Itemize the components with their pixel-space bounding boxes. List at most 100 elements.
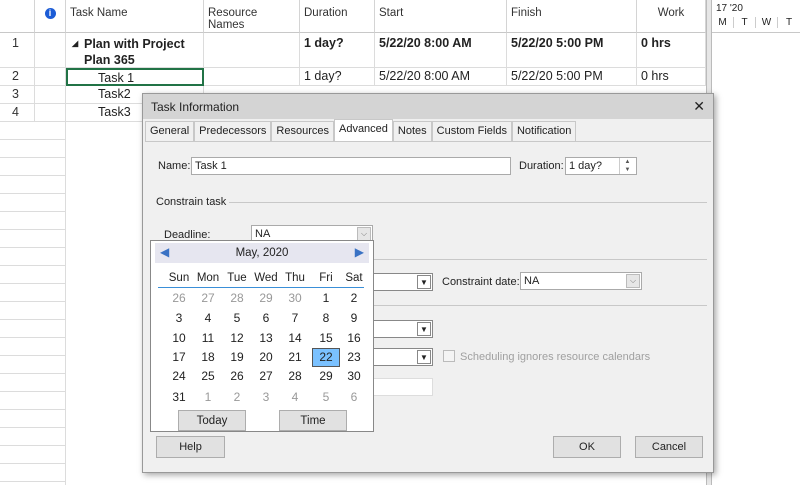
collapse-triangle-icon[interactable]: ◢ [72,36,78,52]
calendar-day[interactable]: 25 [194,369,222,383]
calendar-day[interactable]: 27 [194,291,222,305]
calendar-day[interactable]: 21 [281,350,309,364]
start-cell[interactable]: 5/22/20 8:00 AM [375,33,507,68]
calendar-day[interactable]: 20 [252,350,280,364]
calendar-day[interactable]: 30 [281,291,309,305]
name-input[interactable]: Task 1 [191,157,511,175]
calendar-day[interactable]: 1 [194,390,222,404]
close-icon[interactable]: ✕ [693,98,705,115]
calendar-day[interactable]: 5 [312,390,340,404]
calendar-day[interactable]: 5 [223,311,251,325]
tab-custom-fields[interactable]: Custom Fields [431,121,512,141]
timescale-week: 17 '20 [716,3,743,14]
dropdown-arrow-icon[interactable]: ▼ [417,350,431,364]
column-header-work[interactable]: Work [637,0,706,33]
row-header-corner [0,0,35,33]
name-label: Name: [158,160,191,172]
duration-cell[interactable]: 1 day? [300,68,375,86]
task-name: Plan with Project Plan 365 [84,37,185,67]
calendar-day[interactable]: 23 [340,350,368,364]
row-number: 1 [0,33,35,68]
calendar-day[interactable]: 30 [340,369,368,383]
calendar-day[interactable]: 28 [223,291,251,305]
calendar-day[interactable]: 19 [223,350,251,364]
calendar-day[interactable]: 27 [252,369,280,383]
work-cell[interactable]: 0 hrs [637,33,706,68]
calendar-day[interactable]: 2 [340,291,368,305]
calendar-day[interactable]: 15 [312,331,340,345]
tab-bar: General Predecessors Resources Advanced … [145,119,577,141]
calendar-day[interactable]: 24 [165,369,193,383]
chevron-down-icon[interactable]: ⌵ [626,274,640,288]
table-row[interactable]: 1 ◢ Plan with Project Plan 365 1 day? 5/2… [0,33,706,68]
table-row[interactable]: 2 Task 1 1 day? 5/22/20 8:00 AM 5/22/20 … [0,68,706,86]
row-number: 4 [0,104,35,122]
timescale-day: T [785,17,793,28]
calendar-day[interactable]: 1 [312,291,340,305]
calendar-day[interactable]: 6 [252,311,280,325]
calendar-day[interactable]: 4 [194,311,222,325]
resource-cell[interactable] [204,33,300,68]
calendar-day[interactable]: 6 [340,390,368,404]
info-icon: i [44,8,56,19]
calendar-day[interactable]: 10 [165,331,193,345]
work-cell[interactable]: 0 hrs [637,68,706,86]
tab-notes[interactable]: Notes [392,121,432,141]
column-header-task-name[interactable]: Task Name [66,0,204,33]
constraint-date-combo[interactable]: NA ⌵ [520,272,642,290]
dropdown-arrow-icon[interactable]: ▼ [417,322,431,336]
tab-general[interactable]: General [145,121,195,141]
time-button[interactable]: Time [279,410,347,431]
calendar-day[interactable]: 2 [223,390,251,404]
column-header-duration[interactable]: Duration [300,0,375,33]
calendar-day[interactable]: 3 [165,311,193,325]
task-name-cell-selected[interactable]: Task 1 [66,68,204,86]
finish-cell[interactable]: 5/22/20 5:00 PM [507,68,637,86]
indicators-column-header[interactable]: i [35,0,66,33]
column-header-resource-names[interactable]: Resource Names [204,0,300,33]
calendar-day[interactable]: 11 [194,331,222,345]
tab-notification[interactable]: Notification [511,121,577,141]
today-button[interactable]: Today [178,410,246,431]
constraint-date-label: Constraint date: [442,276,520,288]
calendar-day[interactable]: 14 [281,331,309,345]
column-header-finish[interactable]: Finish [507,0,637,33]
dropdown-arrow-icon[interactable]: ▼ [417,275,431,289]
task-name-cell[interactable]: ◢ Plan with Project Plan 365 [66,33,204,68]
ok-button[interactable]: OK [553,436,621,458]
chevron-down-icon[interactable]: ⌵ [357,227,371,241]
row-number: 3 [0,86,35,104]
deadline-value: NA [255,228,271,240]
calendar-day[interactable]: 4 [281,390,309,404]
column-header-start[interactable]: Start [375,0,507,33]
duration-spinner[interactable]: 1 day? ▲ ▼ [565,157,637,175]
calendar-day[interactable]: 28 [281,369,309,383]
cancel-button[interactable]: Cancel [635,436,703,458]
calendar-day[interactable]: 29 [252,291,280,305]
calendar-day[interactable]: 13 [252,331,280,345]
ignore-calendars-checkbox[interactable] [443,350,455,362]
calendar-day[interactable]: 3 [252,390,280,404]
calendar-day[interactable]: 7 [281,311,309,325]
help-button[interactable]: Help [156,436,225,458]
calendar-day[interactable]: 29 [312,369,340,383]
tab-advanced[interactable]: Advanced [333,119,393,141]
calendar-day[interactable]: 17 [165,350,193,364]
duration-cell[interactable]: 1 day? [300,33,375,68]
calendar-day[interactable]: 12 [223,331,251,345]
calendar-day[interactable]: 31 [165,390,193,404]
calendar-day[interactable]: 9 [340,311,368,325]
calendar-day[interactable]: 26 [165,291,193,305]
calendar-day[interactable]: 16 [340,331,368,345]
calendar-day[interactable]: 26 [223,369,251,383]
timescale-day: T [734,17,756,28]
calendar-day[interactable]: 8 [312,311,340,325]
constrain-task-heading: Constrain task [156,196,227,208]
spinner-arrows-icon[interactable]: ▲ ▼ [619,158,635,174]
tab-resources[interactable]: Resources [271,121,334,141]
calendar-day[interactable]: 18 [194,350,222,364]
finish-cell[interactable]: 5/22/20 5:00 PM [507,33,637,68]
tab-predecessors[interactable]: Predecessors [194,121,272,141]
calendar-day-selected[interactable]: 22 [312,348,340,367]
start-cell[interactable]: 5/22/20 8:00 AM [375,68,507,86]
